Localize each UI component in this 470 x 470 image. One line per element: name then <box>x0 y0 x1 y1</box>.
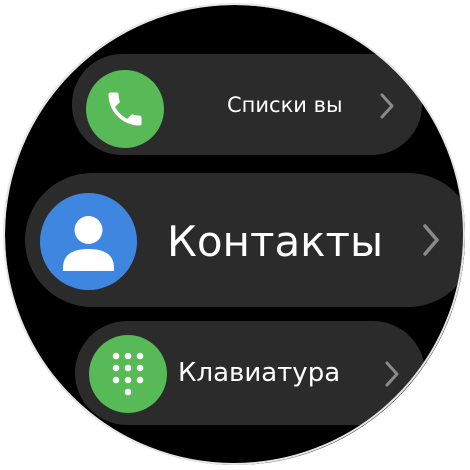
menu-item-keypad[interactable]: Клавиатура <box>75 321 425 425</box>
dialpad-icon <box>89 335 167 413</box>
menu-item-label: Контакты <box>167 217 384 266</box>
menu-item-label: Клавиатура <box>178 358 341 388</box>
chevron-right-icon <box>383 360 401 392</box>
menu-item-contacts[interactable]: Контакты <box>25 173 465 307</box>
chevron-right-icon <box>378 92 396 124</box>
person-icon <box>40 193 137 290</box>
phone-handset-icon <box>86 70 164 148</box>
menu-item-label: Списки вы <box>227 93 343 117</box>
chevron-right-icon <box>420 223 442 261</box>
watch-face: Списки вы Контакты Клавиатура <box>0 0 470 470</box>
menu-item-call-logs[interactable]: Списки вы <box>72 54 422 155</box>
watch-screen: Списки вы Контакты Клавиатура <box>5 5 465 465</box>
